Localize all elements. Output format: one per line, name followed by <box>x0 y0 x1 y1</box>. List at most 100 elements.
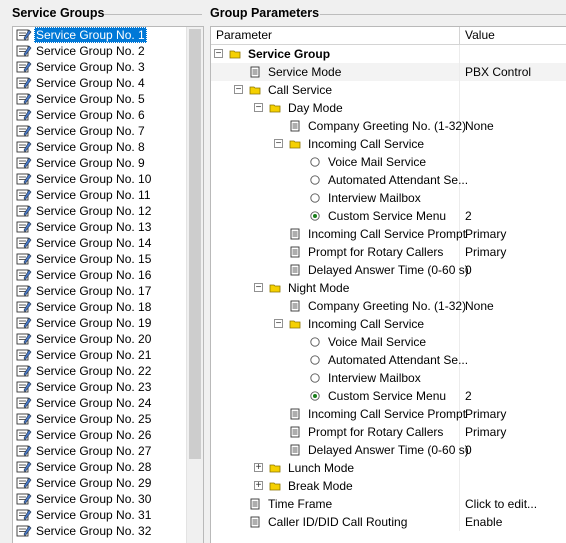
service-group-item[interactable]: Service Group No. 14 <box>13 235 185 251</box>
service-group-label: Service Group No. 26 <box>36 428 152 442</box>
service-group-item[interactable]: Service Group No. 15 <box>13 251 185 267</box>
tree-row-value[interactable]: Enable <box>465 513 502 531</box>
tree-row-label: Automated Attendant Se... <box>328 173 469 187</box>
service-group-item[interactable]: Service Group No. 10 <box>13 171 185 187</box>
tree-row-value[interactable]: 0 <box>465 441 472 459</box>
service-group-item[interactable]: Service Group No. 27 <box>13 443 185 459</box>
tree-row[interactable]: − Incoming Call Service <box>211 135 566 153</box>
service-group-item[interactable]: Service Group No. 7 <box>13 123 185 139</box>
column-header-value[interactable]: Value <box>460 27 566 44</box>
tree-row[interactable]: Custom Service Menu 2 <box>211 207 566 225</box>
service-group-item[interactable]: Service Group No. 17 <box>13 283 185 299</box>
service-group-item[interactable]: Service Group No. 18 <box>13 299 185 315</box>
tree-row[interactable]: Custom Service Menu 2 <box>211 387 566 405</box>
tree-row-value[interactable]: 2 <box>465 387 472 405</box>
tree-row[interactable]: Delayed Answer Time (0-60 s) 0 <box>211 441 566 459</box>
service-group-item[interactable]: Service Group No. 21 <box>13 347 185 363</box>
column-header-parameter[interactable]: Parameter <box>211 27 460 44</box>
tree-row[interactable]: − Service Group <box>211 45 566 63</box>
tree-row-value[interactable]: Primary <box>465 243 506 261</box>
tree-row[interactable]: Company Greeting No. (1-32) None <box>211 117 566 135</box>
service-groups-scrollbar[interactable] <box>186 27 203 543</box>
expand-toggle-icon[interactable]: + <box>254 481 263 491</box>
service-group-item[interactable]: Service Group No. 9 <box>13 155 185 171</box>
collapse-toggle-icon[interactable]: − <box>214 49 223 59</box>
service-group-item[interactable]: Service Group No. 25 <box>13 411 185 427</box>
service-group-item[interactable]: Service Group No. 2 <box>13 43 185 59</box>
tree-row-value[interactable]: Primary <box>465 405 506 423</box>
service-group-item[interactable]: Service Group No. 29 <box>13 475 185 491</box>
service-group-icon <box>16 156 32 170</box>
document-icon <box>289 300 301 312</box>
tree-row-value[interactable]: PBX Control <box>465 63 531 81</box>
group-parameters-tree[interactable]: Parameter Value − Service Group Service Mo… <box>210 26 566 543</box>
tree-row[interactable]: Company Greeting No. (1-32) None <box>211 297 566 315</box>
tree-row-value[interactable]: Click to edit... <box>465 495 537 513</box>
service-group-item[interactable]: Service Group No. 13 <box>13 219 185 235</box>
tree-row-value[interactable]: Primary <box>465 423 506 441</box>
tree-row[interactable]: + Break Mode <box>211 477 566 495</box>
tree-row-label: Night Mode <box>288 281 350 295</box>
tree-row[interactable]: Interview Mailbox <box>211 189 566 207</box>
tree-row-value[interactable]: None <box>465 297 494 315</box>
service-group-item[interactable]: Service Group No. 16 <box>13 267 185 283</box>
service-group-item[interactable]: Service Group No. 31 <box>13 507 185 523</box>
collapse-toggle-icon[interactable]: − <box>274 319 283 329</box>
service-group-icon <box>16 444 32 458</box>
service-group-label: Service Group No. 3 <box>36 60 145 74</box>
tree-row[interactable]: Service Mode PBX Control <box>211 63 566 81</box>
service-group-item[interactable]: Service Group No. 12 <box>13 203 185 219</box>
collapse-toggle-icon[interactable]: − <box>274 139 283 149</box>
tree-row[interactable]: Caller ID/DID Call Routing Enable <box>211 513 566 531</box>
tree-row[interactable]: Automated Attendant Se... <box>211 171 566 189</box>
tree-row[interactable]: Prompt for Rotary Callers Primary <box>211 423 566 441</box>
service-group-item[interactable]: Service Group No. 8 <box>13 139 185 155</box>
tree-row[interactable]: Voice Mail Service <box>211 153 566 171</box>
expand-toggle-icon[interactable]: + <box>254 463 263 473</box>
service-group-item[interactable]: Service Group No. 3 <box>13 59 185 75</box>
service-group-icon <box>16 284 32 298</box>
service-group-item[interactable]: Service Group No. 5 <box>13 91 185 107</box>
tree-row-label: Lunch Mode <box>288 461 355 475</box>
collapse-toggle-icon[interactable]: − <box>254 283 263 293</box>
tree-row-value[interactable]: Primary <box>465 225 506 243</box>
service-group-item[interactable]: Service Group No. 28 <box>13 459 185 475</box>
tree-row[interactable]: Incoming Call Service Prompt Primary <box>211 405 566 423</box>
collapse-toggle-icon[interactable]: − <box>234 85 243 95</box>
tree-row-label: Incoming Call Service <box>308 317 425 331</box>
radio-selected-icon <box>309 390 321 402</box>
service-group-item[interactable]: Service Group No. 22 <box>13 363 185 379</box>
tree-row[interactable]: − Incoming Call Service <box>211 315 566 333</box>
tree-row[interactable]: Prompt for Rotary Callers Primary <box>211 243 566 261</box>
service-group-item[interactable]: Service Group No. 30 <box>13 491 185 507</box>
tree-row[interactable]: − Night Mode <box>211 279 566 297</box>
service-group-item[interactable]: Service Group No. 19 <box>13 315 185 331</box>
tree-row-label: Time Frame <box>268 497 333 511</box>
collapse-toggle-icon[interactable]: − <box>254 103 263 113</box>
tree-row-label: Company Greeting No. (1-32) <box>308 299 467 313</box>
service-group-item[interactable]: Service Group No. 4 <box>13 75 185 91</box>
service-group-item[interactable]: Service Group No. 11 <box>13 187 185 203</box>
service-group-item[interactable]: Service Group No. 6 <box>13 107 185 123</box>
tree-row[interactable]: − Call Service <box>211 81 566 99</box>
tree-row-label: Incoming Call Service Prompt <box>308 407 467 421</box>
scrollbar-thumb[interactable] <box>189 29 201 459</box>
tree-row-value[interactable]: 0 <box>465 261 472 279</box>
tree-row[interactable]: Delayed Answer Time (0-60 s) 0 <box>211 261 566 279</box>
service-group-item[interactable]: Service Group No. 1 <box>13 27 185 43</box>
tree-row[interactable]: Time Frame Click to edit... <box>211 495 566 513</box>
tree-row-value[interactable]: 2 <box>465 207 472 225</box>
tree-row[interactable]: Automated Attendant Se... <box>211 351 566 369</box>
tree-row[interactable]: − Day Mode <box>211 99 566 117</box>
tree-row-value[interactable]: None <box>465 117 494 135</box>
tree-row[interactable]: Incoming Call Service Prompt Primary <box>211 225 566 243</box>
service-group-item[interactable]: Service Group No. 26 <box>13 427 185 443</box>
service-group-item[interactable]: Service Group No. 23 <box>13 379 185 395</box>
tree-row[interactable]: Voice Mail Service <box>211 333 566 351</box>
service-groups-list[interactable]: Service Group No. 1 Service Group No. 2 Se… <box>12 26 204 543</box>
service-group-item[interactable]: Service Group No. 24 <box>13 395 185 411</box>
service-group-item[interactable]: Service Group No. 20 <box>13 331 185 347</box>
tree-row[interactable]: + Lunch Mode <box>211 459 566 477</box>
tree-row[interactable]: Interview Mailbox <box>211 369 566 387</box>
service-group-item[interactable]: Service Group No. 32 <box>13 523 185 539</box>
